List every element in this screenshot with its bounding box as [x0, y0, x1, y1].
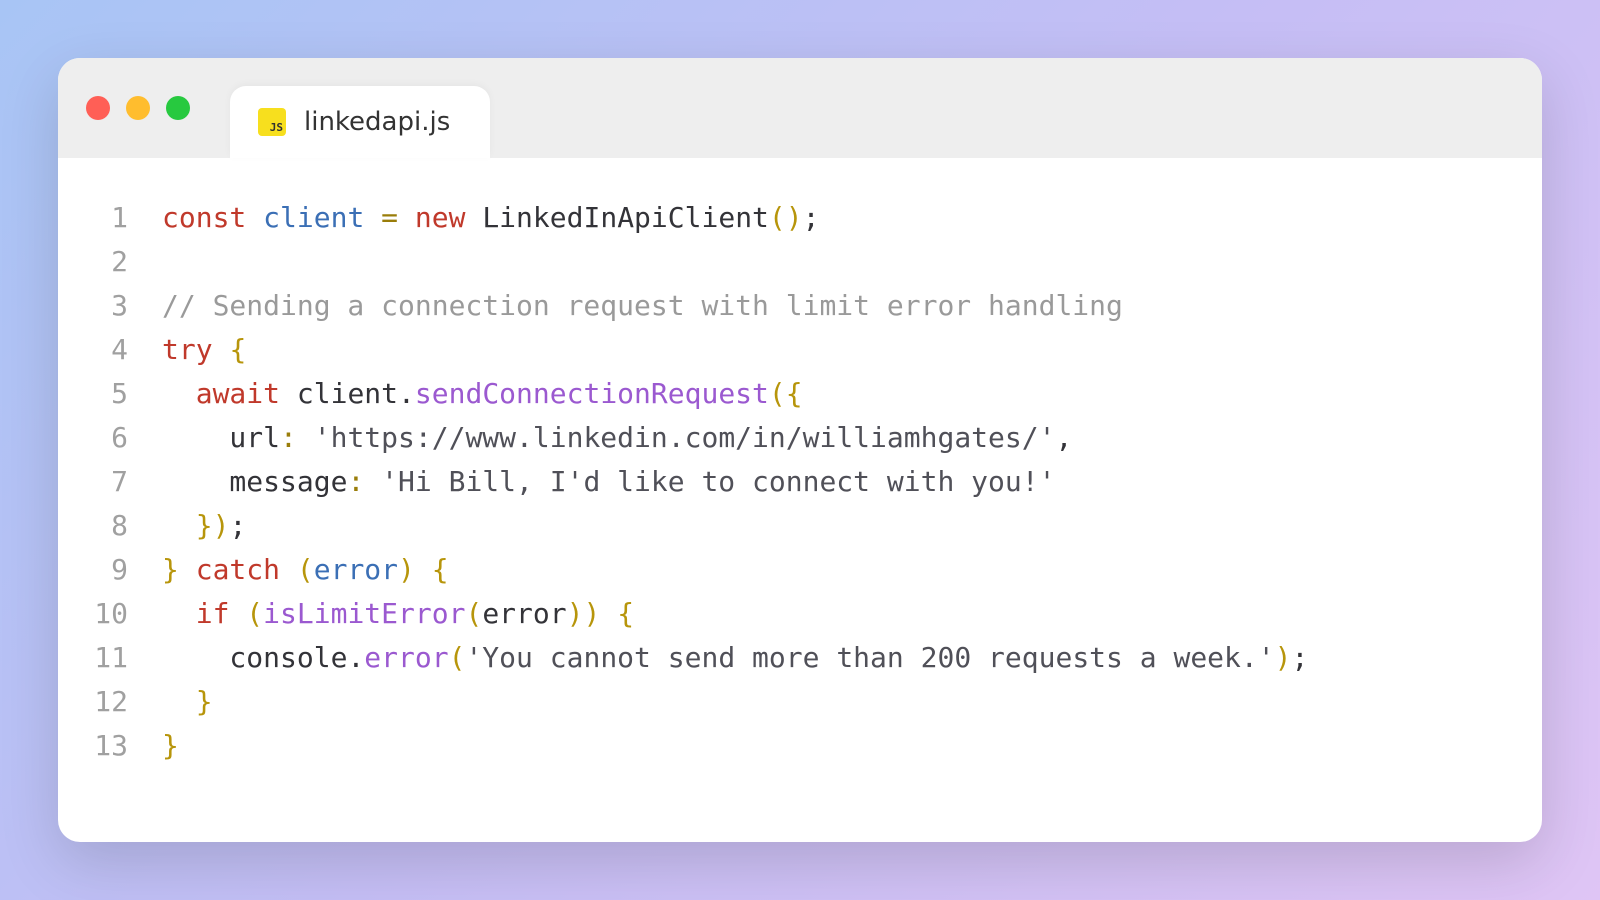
code-line: } catch (error) { — [162, 548, 1512, 592]
line-number: 10 — [88, 592, 128, 636]
code-line: console.error('You cannot send more than… — [162, 636, 1512, 680]
code-line: message: 'Hi Bill, I'd like to connect w… — [162, 460, 1512, 504]
code-editor[interactable]: 12345678910111213 const client = new Lin… — [58, 158, 1542, 842]
line-gutter: 12345678910111213 — [88, 196, 162, 804]
line-number: 2 — [88, 240, 128, 284]
code-line: } — [162, 680, 1512, 724]
code-line: if (isLimitError(error)) { — [162, 592, 1512, 636]
code-line — [162, 240, 1512, 284]
javascript-icon: JS — [258, 108, 286, 136]
code-line: await client.sendConnectionRequest({ — [162, 372, 1512, 416]
line-number: 5 — [88, 372, 128, 416]
line-number: 1 — [88, 196, 128, 240]
line-number: 4 — [88, 328, 128, 372]
code-line: }); — [162, 504, 1512, 548]
code-line: const client = new LinkedInApiClient(); — [162, 196, 1512, 240]
code-line: url: 'https://www.linkedin.com/in/willia… — [162, 416, 1512, 460]
line-number: 9 — [88, 548, 128, 592]
line-number: 12 — [88, 680, 128, 724]
maximize-icon[interactable] — [166, 96, 190, 120]
line-number: 8 — [88, 504, 128, 548]
window-controls — [86, 96, 190, 120]
line-number: 6 — [88, 416, 128, 460]
tab-file[interactable]: JS linkedapi.js — [230, 86, 490, 158]
line-number: 13 — [88, 724, 128, 768]
editor-window: JS linkedapi.js 12345678910111213 const … — [58, 58, 1542, 842]
tab-label: linkedapi.js — [304, 107, 450, 137]
code-line: } — [162, 724, 1512, 768]
code-content[interactable]: const client = new LinkedInApiClient(); … — [162, 196, 1512, 804]
minimize-icon[interactable] — [126, 96, 150, 120]
line-number: 7 — [88, 460, 128, 504]
code-line: // Sending a connection request with lim… — [162, 284, 1512, 328]
line-number: 11 — [88, 636, 128, 680]
code-line: try { — [162, 328, 1512, 372]
line-number: 3 — [88, 284, 128, 328]
titlebar: JS linkedapi.js — [58, 58, 1542, 158]
close-icon[interactable] — [86, 96, 110, 120]
